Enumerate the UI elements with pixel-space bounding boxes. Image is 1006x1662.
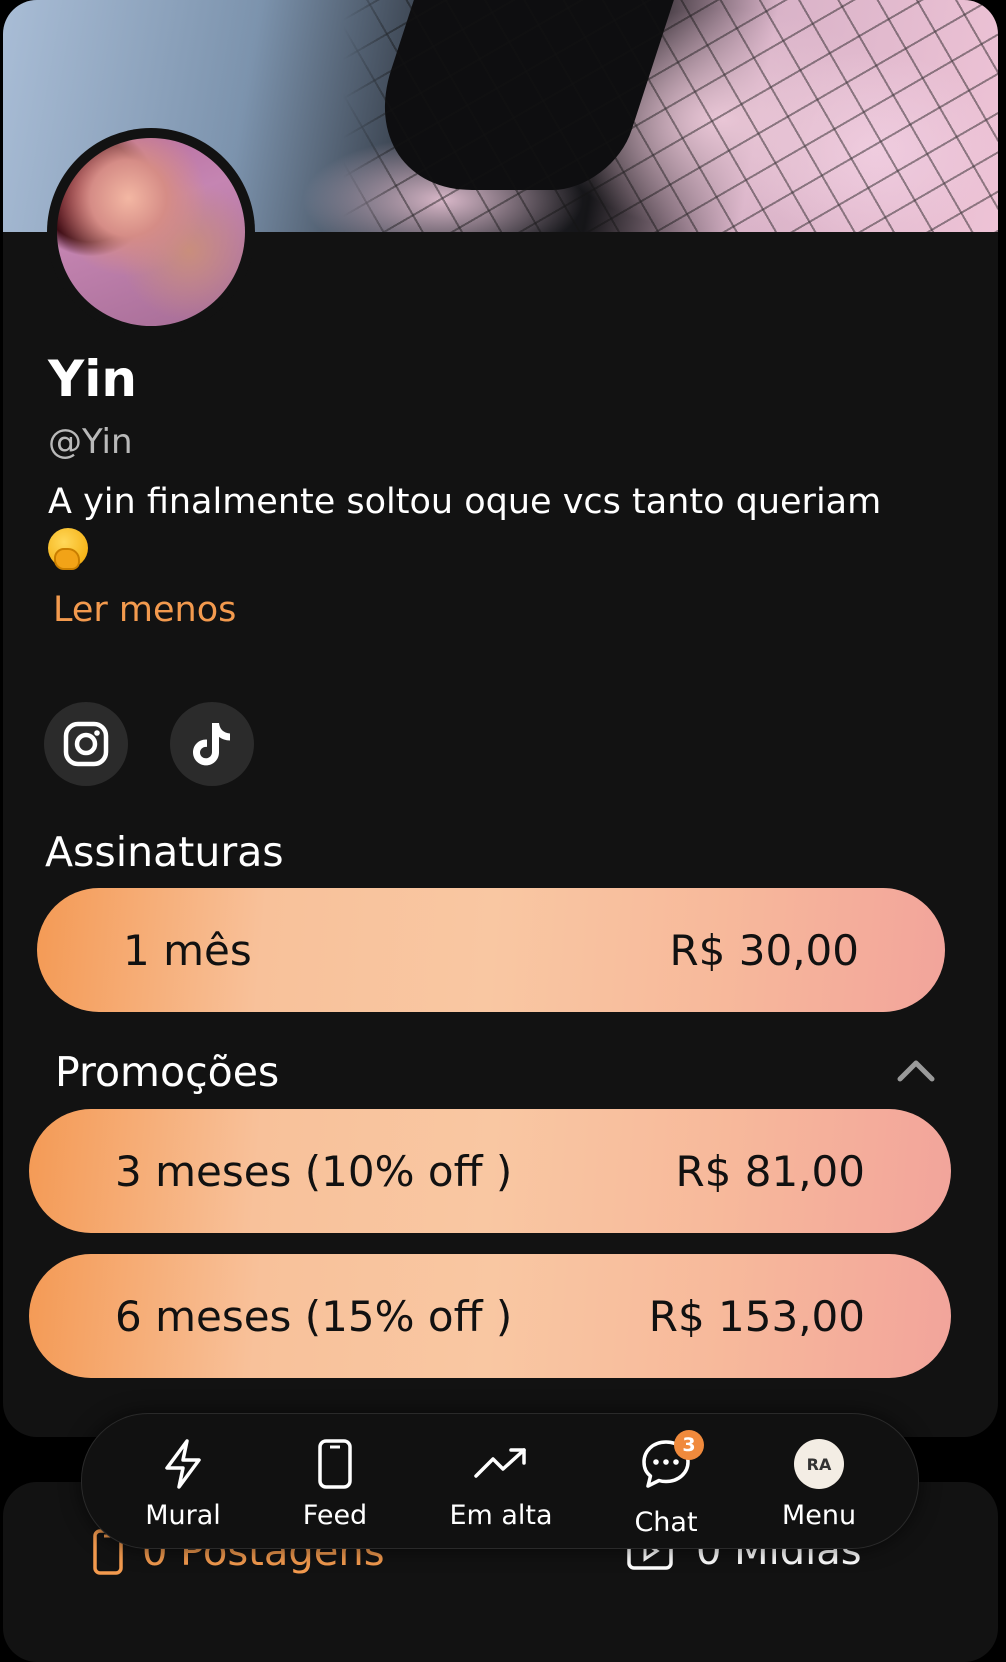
plan-price: R$ 153,00: [648, 1291, 865, 1341]
profile-name: Yin: [48, 350, 137, 408]
plan-price: R$ 81,00: [675, 1146, 866, 1196]
promotions-title: Promoções: [55, 1048, 280, 1096]
plan-1-month[interactable]: 1 mês R$ 30,00: [37, 888, 945, 1012]
subscriptions-title: Assinaturas: [45, 828, 284, 876]
bottom-navigation: Mural Feed Em alta 3 Chat RA Menu: [81, 1413, 919, 1549]
nav-em-alta[interactable]: Em alta: [431, 1438, 571, 1531]
tiktok-icon: [193, 723, 230, 766]
nav-chat[interactable]: 3 Chat: [596, 1430, 736, 1538]
avatar[interactable]: [47, 128, 255, 336]
profile-bio: A yin finalmente soltou oque vcs tanto q…: [48, 480, 948, 570]
instagram-button[interactable]: [44, 702, 128, 786]
nav-feed[interactable]: Feed: [265, 1438, 405, 1531]
instagram-icon: [63, 721, 109, 767]
lightning-icon: [165, 1439, 201, 1489]
user-avatar: RA: [794, 1439, 844, 1489]
plan-label: 3 meses (10% off ): [115, 1146, 513, 1196]
tiktok-button[interactable]: [170, 702, 254, 786]
nav-label: Menu: [781, 1500, 857, 1531]
face-with-hand-over-mouth-icon: [48, 528, 88, 570]
chat-badge: 3: [674, 1430, 704, 1460]
nav-menu[interactable]: RA Menu: [749, 1438, 889, 1531]
nav-label: Mural: [145, 1500, 221, 1531]
nav-label: Feed: [302, 1500, 368, 1531]
phone-icon: [318, 1439, 352, 1489]
promo-plan-6-months[interactable]: 6 meses (15% off ) R$ 153,00: [29, 1254, 951, 1378]
profile-handle: @Yin: [48, 422, 133, 462]
read-less-link[interactable]: Ler menos: [53, 590, 236, 630]
profile-card: Yin @Yin A yin finalmente soltou oque vc…: [3, 0, 998, 1437]
chevron-up-icon[interactable]: [897, 1058, 935, 1082]
promo-plan-3-months[interactable]: 3 meses (10% off ) R$ 81,00: [29, 1109, 951, 1233]
trending-icon: [474, 1448, 526, 1478]
bio-text: A yin finalmente soltou oque vcs tanto q…: [48, 482, 882, 522]
nav-label: Em alta: [449, 1500, 553, 1531]
nav-label: Chat: [634, 1507, 698, 1538]
plan-price: R$ 30,00: [669, 925, 860, 975]
plan-label: 1 mês: [123, 925, 252, 975]
plan-label: 6 meses (15% off ): [115, 1291, 513, 1341]
nav-mural[interactable]: Mural: [113, 1438, 253, 1531]
